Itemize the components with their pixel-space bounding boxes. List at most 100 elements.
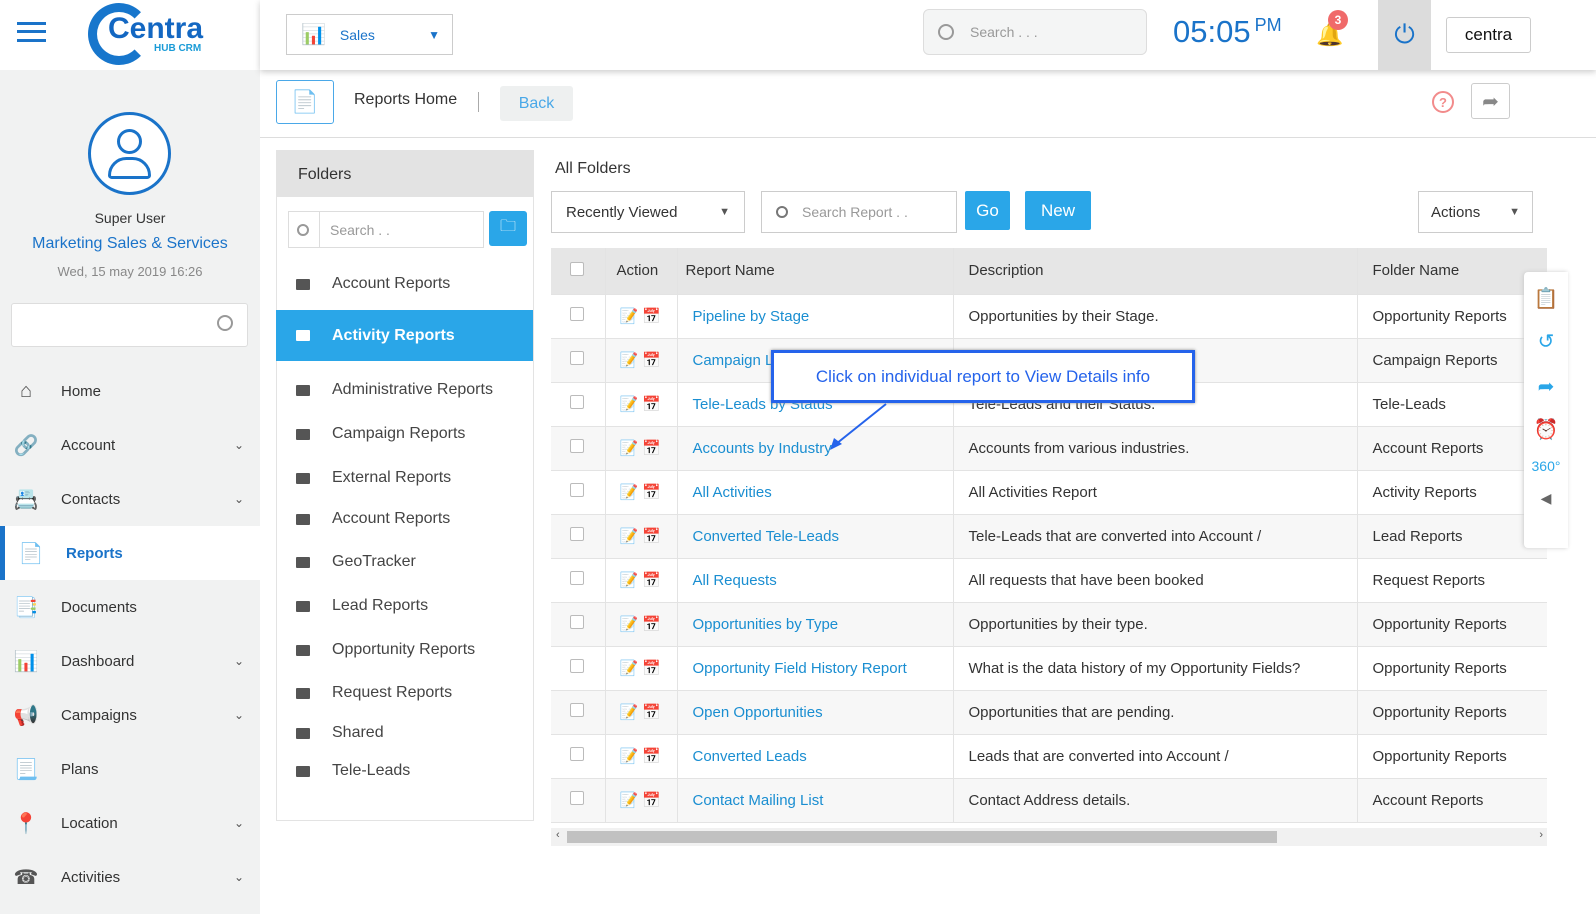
alarm-icon[interactable]: ⏰ [1524,417,1568,442]
sidebar-item-campaigns[interactable]: 📢 Campaigns ⌄ [0,688,260,742]
report-link[interactable]: Open Opportunities [693,704,823,721]
report-link[interactable]: Campaign L [693,352,774,369]
edit-report-icon[interactable]: 📝 [620,704,639,721]
add-folder-button[interactable]: 🗀 [489,211,527,246]
folder-item[interactable]: Lead Reports [296,596,428,616]
report-link[interactable]: Converted Tele-Leads [693,528,839,545]
sidebar-search-input[interactable] [11,303,248,347]
report-link[interactable]: Opportunities by Type [693,616,839,633]
edit-report-icon[interactable]: 📝 [620,484,639,501]
table-row[interactable]: 📝 📅 Opportunity Field History Report What … [551,646,1547,691]
schedule-icon[interactable]: 📅 [642,660,661,677]
table-row[interactable]: 📝 📅 Converted Tele-Leads Tele-Leads that a… [551,514,1547,559]
schedule-icon[interactable]: 📅 [642,484,661,501]
edit-report-icon[interactable]: 📝 [620,748,639,765]
table-row[interactable]: 📝 📅 Accounts by Industry Accounts from var… [551,426,1547,471]
edit-report-icon[interactable]: 📝 [620,616,639,633]
table-row[interactable]: 📝 📅 All Activities All Activities Report Ac… [551,470,1547,515]
row-checkbox[interactable] [570,483,584,497]
power-button[interactable]: ⏻ [1378,0,1431,70]
chevron-down-icon[interactable]: ⌄ [234,492,244,506]
horizontal-scrollbar[interactable]: ‹ › [551,828,1547,846]
report-link[interactable]: Opportunity Field History Report [693,660,907,677]
edit-report-icon[interactable]: 📝 [620,528,639,545]
edit-report-icon[interactable]: 📝 [620,660,639,677]
module-select[interactable]: 📊 Sales ▼ [286,14,453,55]
report-search-input[interactable]: Search Report . . [761,191,957,233]
sidebar-item-location[interactable]: 📍 Location ⌄ [0,796,260,850]
table-row[interactable]: 📝 📅 Opportunities by Type Opportunities by… [551,602,1547,647]
collapse-icon[interactable]: ◀ [1524,490,1568,507]
table-row[interactable]: 📝 📅 Pipeline by Stage Opportunities by the… [551,294,1547,339]
go-button[interactable]: Go [965,191,1010,230]
report-link[interactable]: Contact Mailing List [693,792,824,809]
rotate-360-icon[interactable]: 360° [1524,458,1568,474]
chevron-down-icon[interactable]: ⌄ [234,438,244,452]
folder-item[interactable]: Shared [296,723,384,743]
select-all-checkbox[interactable] [570,261,584,276]
history-icon[interactable]: ↺ [1524,329,1568,354]
share-button[interactable]: ➦ [1471,83,1510,119]
report-link[interactable]: Pipeline by Stage [693,308,810,325]
folder-item[interactable]: Request Reports [296,683,452,703]
hamburger-menu-icon[interactable] [17,22,46,42]
schedule-icon[interactable]: 📅 [642,308,661,325]
new-button[interactable]: New [1025,191,1091,230]
table-row[interactable]: 📝 📅 All Requests All requests that have be… [551,558,1547,603]
schedule-icon[interactable]: 📅 [642,396,661,413]
schedule-icon[interactable]: 📅 [642,352,661,369]
schedule-icon[interactable]: 📅 [642,616,661,633]
row-checkbox[interactable] [570,791,584,805]
view-filter-select[interactable]: Recently Viewed ▼ [551,191,745,233]
chevron-down-icon[interactable]: ⌄ [234,654,244,668]
schedule-icon[interactable]: 📅 [642,528,661,545]
column-header-folder-name[interactable]: Folder Name [1357,248,1547,295]
actions-dropdown[interactable]: Actions ▼ [1418,191,1533,233]
report-icon[interactable]: 📋 [1524,286,1568,311]
row-checkbox[interactable] [570,307,584,321]
folder-item[interactable]: Account Reports [296,274,450,294]
report-link[interactable]: Converted Leads [693,748,807,765]
row-checkbox[interactable] [570,571,584,585]
sidebar-item-documents[interactable]: 📑 Documents [0,580,260,634]
schedule-icon[interactable]: 📅 [642,704,661,721]
folder-item[interactable]: GeoTracker [296,552,416,572]
column-header-description[interactable]: Description [953,248,1358,295]
row-checkbox[interactable] [570,527,584,541]
sidebar-item-contacts[interactable]: 📇 Contacts ⌄ [0,472,260,526]
report-link[interactable]: All Activities [693,484,772,501]
report-link[interactable]: All Requests [693,572,777,589]
folder-item[interactable]: Activity Reports [276,310,533,361]
edit-report-icon[interactable]: 📝 [620,572,639,589]
chevron-down-icon[interactable]: ⌄ [234,816,244,830]
report-link[interactable]: Accounts by Industry [693,440,832,457]
row-checkbox[interactable] [570,703,584,717]
row-checkbox[interactable] [570,615,584,629]
avatar[interactable] [88,112,171,195]
sidebar-item-plans[interactable]: 📃 Plans [0,742,260,796]
chevron-down-icon[interactable]: ⌄ [234,870,244,884]
edit-report-icon[interactable]: 📝 [620,440,639,457]
folder-item[interactable]: Account Reports [296,509,450,529]
schedule-icon[interactable]: 📅 [642,748,661,765]
schedule-icon[interactable]: 📅 [642,792,661,809]
column-header-report-name[interactable]: Report Name [677,248,954,295]
brand-button[interactable]: centra [1446,17,1531,53]
chevron-down-icon[interactable]: ⌄ [234,708,244,722]
row-checkbox[interactable] [570,395,584,409]
sidebar-item-account[interactable]: 🔗 Account ⌄ [0,418,260,472]
help-icon[interactable]: ? [1432,91,1454,113]
sidebar-item-dashboard[interactable]: 📊 Dashboard ⌄ [0,634,260,688]
edit-report-icon[interactable]: 📝 [620,308,639,325]
sidebar-item-reports[interactable]: 📄 Reports [0,526,260,580]
folder-search-input[interactable]: Search . . [288,211,484,248]
edit-report-icon[interactable]: 📝 [620,792,639,809]
schedule-icon[interactable]: 📅 [642,572,661,589]
folder-item[interactable]: Campaign Reports [296,424,465,444]
edit-report-icon[interactable]: 📝 [620,396,639,413]
global-search-input[interactable]: Search . . . [923,9,1147,55]
share-icon[interactable]: ➦ [1524,374,1568,399]
table-row[interactable]: 📝 📅 Open Opportunities Opportunities that … [551,690,1547,735]
edit-report-icon[interactable]: 📝 [620,352,639,369]
folder-item[interactable]: Administrative Reports [296,380,493,400]
